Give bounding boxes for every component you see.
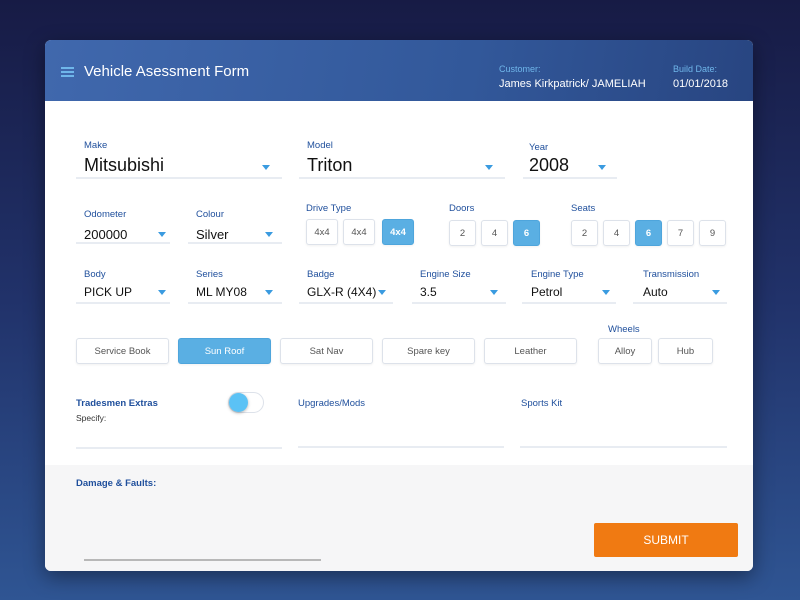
model-value: Triton: [307, 155, 353, 175]
seats-option[interactable]: 4: [603, 220, 630, 246]
extra-sat-nav-button[interactable]: Sat Nav: [280, 338, 373, 364]
wheels-hub-button[interactable]: Hub: [658, 338, 713, 364]
transmission-value: Auto: [643, 285, 668, 299]
extra-sun-roof-button[interactable]: Sun Roof: [178, 338, 271, 364]
sports-kit-label: Sports Kit: [521, 398, 563, 409]
drive-type-label: Drive Type: [306, 203, 352, 214]
transmission-label: Transmission: [643, 269, 700, 280]
body-underline: [76, 302, 170, 304]
engine-size-label: Engine Size: [420, 269, 471, 280]
specify-label: Specify:: [76, 413, 107, 423]
colour-underline: [188, 242, 282, 244]
chevron-down-icon: [485, 165, 493, 170]
build-date-label: Build Date:: [673, 64, 718, 74]
badge-value: GLX-R (4X4): [307, 285, 377, 299]
engine-type-value: Petrol: [531, 285, 563, 299]
colour-label: Colour: [196, 209, 224, 220]
doors-option[interactable]: 2: [449, 220, 476, 246]
chevron-down-icon: [158, 232, 166, 237]
chevron-down-icon: [598, 165, 606, 170]
wheels-label: Wheels: [608, 324, 640, 335]
chevron-down-icon: [602, 290, 610, 295]
year-underline: [523, 177, 617, 179]
engine-size-underline: [412, 302, 506, 304]
chevron-down-icon: [265, 232, 273, 237]
assessment-form-card: Vehicle Asessment Form Customer: James K…: [45, 40, 753, 571]
extra-leather-button[interactable]: Leather: [484, 338, 577, 364]
drive-type-option[interactable]: 4x4: [306, 219, 338, 245]
seats-label: Seats: [571, 203, 596, 214]
tradesmen-extras-input[interactable]: [76, 447, 282, 449]
series-value: ML MY08: [196, 285, 247, 299]
odometer-underline: [76, 242, 170, 244]
make-label: Make: [84, 140, 108, 151]
toggle-knob: [229, 393, 248, 412]
series-underline: [188, 302, 282, 304]
engine-type-label: Engine Type: [531, 269, 584, 280]
tradesmen-extras-label: Tradesmen Extras: [76, 398, 158, 409]
body-value: PICK UP: [84, 285, 133, 299]
seats-option[interactable]: 2: [571, 220, 598, 246]
odometer-value: 200000: [84, 227, 128, 242]
series-label: Series: [196, 269, 223, 280]
year-value: 2008: [529, 155, 570, 175]
engine-type-underline: [522, 302, 616, 304]
wheels-alloy-button[interactable]: Alloy: [598, 338, 652, 364]
model-underline: [299, 177, 505, 179]
submit-button[interactable]: SUBMIT: [594, 523, 738, 557]
model-label: Model: [307, 140, 333, 151]
upgrades-mods-input[interactable]: [298, 446, 504, 448]
extra-service-book-button[interactable]: Service Book: [76, 338, 169, 364]
damage-faults-input[interactable]: [84, 559, 321, 561]
colour-value: Silver: [196, 227, 229, 242]
doors-option[interactable]: 4: [481, 220, 508, 246]
odometer-label: Odometer: [84, 209, 127, 220]
upgrades-mods-label: Upgrades/Mods: [298, 398, 366, 409]
chevron-down-icon: [490, 290, 498, 295]
build-date-value: 01/01/2018: [673, 78, 729, 90]
doors-label: Doors: [449, 203, 475, 214]
make-underline: [76, 177, 282, 179]
seats-option[interactable]: 7: [667, 220, 694, 246]
sports-kit-input[interactable]: [520, 446, 727, 448]
engine-size-value: 3.5: [420, 285, 437, 299]
chevron-down-icon: [712, 290, 720, 295]
body-label: Body: [84, 269, 106, 280]
make-value: Mitsubishi: [84, 155, 165, 175]
transmission-underline: [633, 302, 727, 304]
doors-option-selected[interactable]: 6: [513, 220, 540, 246]
customer-label: Customer:: [499, 64, 541, 74]
hamburger-menu-icon[interactable]: [61, 67, 74, 77]
customer-value: James Kirkpatrick/ JAMELIAH: [499, 78, 646, 90]
badge-label: Badge: [307, 269, 335, 280]
extra-spare-key-button[interactable]: Spare key: [382, 338, 475, 364]
chevron-down-icon: [262, 165, 270, 170]
chevron-down-icon: [265, 290, 273, 295]
badge-underline: [299, 302, 393, 304]
tradesmen-extras-toggle[interactable]: [228, 392, 264, 413]
seats-option-selected[interactable]: 6: [635, 220, 662, 246]
header: Vehicle Asessment Form Customer: James K…: [45, 40, 753, 101]
drive-type-option-selected[interactable]: 4x4: [382, 219, 414, 245]
chevron-down-icon: [158, 290, 166, 295]
seats-option[interactable]: 9: [699, 220, 726, 246]
damage-faults-label: Damage & Faults:: [76, 478, 157, 489]
page-title: Vehicle Asessment Form: [84, 63, 250, 80]
chevron-down-icon: [378, 290, 386, 295]
drive-type-option[interactable]: 4x4: [343, 219, 375, 245]
year-label: Year: [529, 142, 549, 153]
